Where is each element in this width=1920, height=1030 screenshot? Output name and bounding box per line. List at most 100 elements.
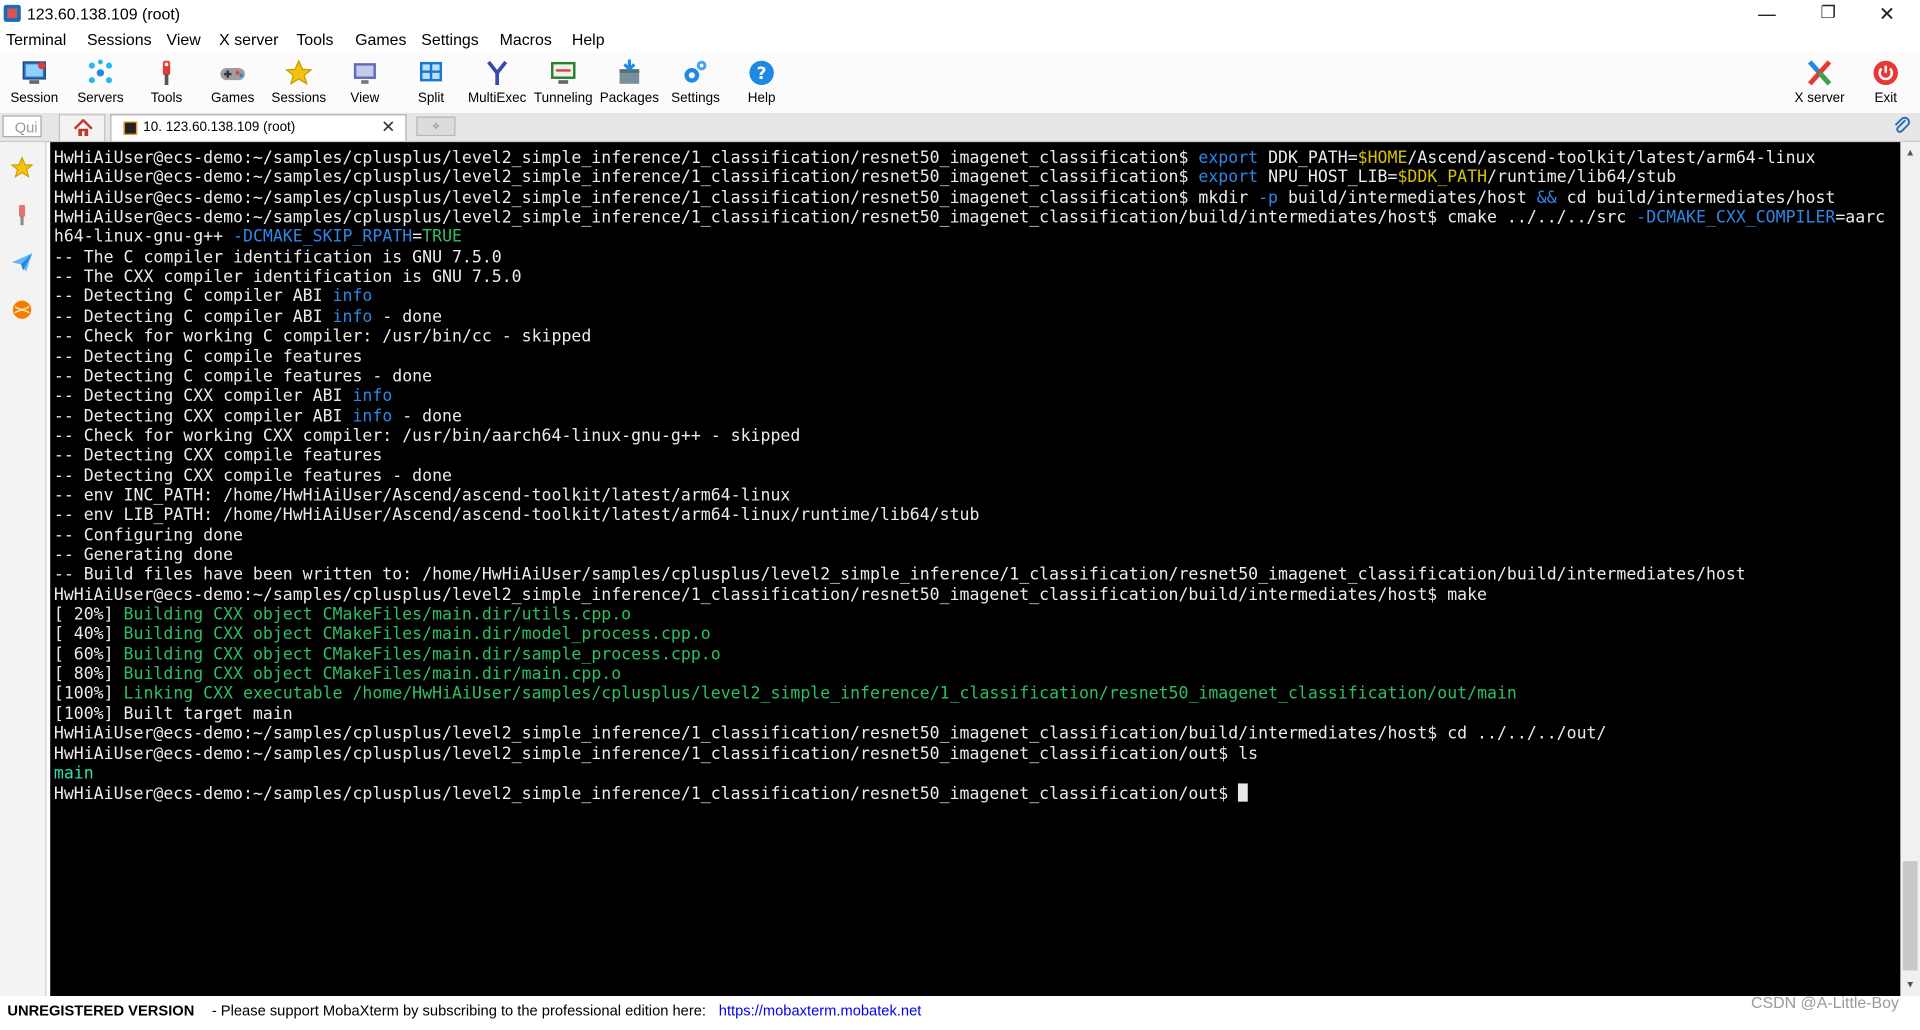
new-tab-button[interactable]: ✧	[416, 116, 456, 137]
tab-close-icon[interactable]: ✕	[381, 118, 395, 137]
terminal-text: -- Build files have been written to: /ho…	[53, 565, 1746, 585]
scroll-down-icon[interactable]: ▼	[1900, 977, 1920, 994]
terminal-text: export	[1198, 168, 1259, 188]
terminal-line: [ 60%] Building CXX object CMakeFiles/ma…	[54, 645, 721, 665]
packages-icon	[619, 59, 640, 84]
terminal-line: -- env LIB_PATH: /home/HwHiAiUser/Ascend…	[54, 506, 980, 526]
terminal-tab-icon	[123, 121, 138, 135]
terminal-text: build/intermediates/host	[1278, 187, 1537, 208]
restore-button[interactable]: ❐	[1800, 0, 1856, 28]
minimize-button[interactable]: —	[1739, 0, 1795, 28]
terminal-text: [ 80%]	[53, 664, 124, 684]
games-icon	[12, 300, 32, 319]
session-button[interactable]: Session	[1, 55, 67, 111]
terminal-scrollbar[interactable]: ▲ ▼	[1900, 142, 1920, 996]
menu-terminal[interactable]: Terminal	[6, 30, 66, 48]
tab-home[interactable]	[58, 114, 106, 141]
tunneling-button[interactable]: Tunneling	[530, 55, 596, 111]
terminal-text: HwHiAiUser@ecs-demo:~/samples/cplusplus/…	[53, 724, 1607, 744]
terminal-text: -- Detecting CXX compile features - done	[53, 465, 452, 486]
terminal-text: Building CXX object CMakeFiles/main.dir/…	[123, 644, 721, 665]
help-button[interactable]: ? Help	[729, 55, 795, 111]
terminal-text: [ 40%]	[53, 624, 124, 645]
paperclip-icon[interactable]	[1893, 115, 1910, 138]
menu-view[interactable]: View	[167, 30, 201, 48]
terminal-text: [100%]	[53, 684, 124, 704]
terminal-text: HwHiAiUser@ecs-demo:~/samples/cplusplus/…	[53, 187, 1259, 208]
x-server-icon	[1807, 60, 1832, 86]
terminal-output[interactable]: HwHiAiUser@ecs-demo:~/samples/cplusplus/…	[50, 142, 1901, 996]
settings-button[interactable]: Settings	[662, 55, 728, 111]
terminal-text: HwHiAiUser@ecs-demo:~/samples/cplusplus/…	[53, 743, 1259, 764]
view-button[interactable]: View	[332, 55, 398, 111]
terminal-text: - done	[372, 307, 443, 327]
menu-macros[interactable]: Macros	[500, 30, 552, 48]
terminal-text: info	[332, 287, 373, 307]
close-button[interactable]: ✕	[1859, 0, 1915, 28]
terminal-line: -- env INC_PATH: /home/HwHiAiUser/Ascend…	[54, 486, 790, 506]
terminal-line: h64-linux-gnu-g++ -DCMAKE_SKIP_RPATH=TRU…	[54, 228, 462, 248]
terminal-text: &&	[1536, 187, 1557, 208]
split-button[interactable]: Split	[398, 55, 464, 111]
packages-button[interactable]: Packages	[596, 55, 662, 111]
terminal-line: -- Configuring done	[54, 525, 243, 545]
tab-session[interactable]: 10. 123.60.138.109 (root) ✕	[110, 114, 407, 141]
toolbar: Session Servers Tools Games Sessions Vie…	[0, 52, 1920, 113]
scroll-up-icon[interactable]: ▲	[1900, 145, 1920, 162]
menu-games[interactable]: Games	[355, 30, 406, 48]
scroll-thumb[interactable]	[1902, 861, 1918, 971]
terminal-text: -- Detecting C compile features - done	[53, 366, 433, 387]
terminal-text: -- Detecting C compiler ABI	[53, 307, 333, 327]
sidebar-macros[interactable]	[4, 242, 41, 283]
terminal-text: /Ascend/ascend-toolkit/latest/arm64-linu…	[1407, 148, 1816, 168]
tab-bar: Qui 10. 123.60.138.109 (root) ✕ ✧	[0, 112, 1920, 143]
menu-x-server[interactable]: X server	[219, 30, 278, 48]
terminal-line: -- Detecting CXX compiler ABI info	[54, 386, 392, 406]
terminal-text: HwHiAiUser@ecs-demo:~/samples/cplusplus/…	[53, 148, 1199, 168]
x-server-button[interactable]: X server	[1787, 55, 1853, 111]
menu-tools[interactable]: Tools	[296, 30, 333, 48]
csdn-watermark: CSDN @A-Little-Boy	[1751, 993, 1899, 1012]
terminal-text: info	[332, 307, 373, 327]
terminal-line: -- Detecting CXX compiler ABI info - don…	[54, 406, 462, 426]
tools-icon	[162, 60, 171, 86]
servers-icon	[88, 59, 113, 84]
terminal-text: main	[53, 763, 94, 784]
games-button[interactable]: Games	[200, 55, 266, 111]
terminal-text: - done	[392, 406, 462, 426]
terminal-line: -- Detecting C compile features - done	[54, 367, 432, 387]
terminal-text: HwHiAiUser@ecs-demo:~/samples/cplusplus/…	[53, 207, 1637, 228]
exit-button[interactable]: Exit	[1853, 55, 1919, 111]
servers-button[interactable]: Servers	[67, 55, 133, 111]
terminal-line: -- Generating done	[54, 545, 233, 565]
terminal-line: [100%] Linking CXX executable /home/HwHi…	[54, 684, 1517, 704]
unregistered-label: UNREGISTERED VERSION	[7, 1002, 195, 1020]
terminal-text: =aarc	[1835, 207, 1886, 228]
gear-icon	[684, 60, 707, 83]
terminal-text: -DCMAKE_SKIP_RPATH	[233, 227, 413, 248]
mobatek-link[interactable]: https://mobaxterm.mobatek.net	[719, 1002, 922, 1019]
terminal-line: HwHiAiUser@ecs-demo:~/samples/cplusplus/…	[54, 168, 1676, 188]
sidebar-games[interactable]	[4, 289, 41, 330]
sidebar-sessions[interactable]	[4, 147, 41, 188]
terminal-text: /runtime/lib64/stub	[1487, 168, 1677, 188]
terminal-text: HwHiAiUser@ecs-demo:~/samples/cplusplus/…	[53, 168, 1199, 188]
terminal-text: -- Generating done	[53, 545, 234, 565]
sidebar-tools[interactable]	[4, 194, 41, 235]
tools-button[interactable]: Tools	[133, 55, 199, 111]
menu-help[interactable]: Help	[572, 30, 605, 48]
sessions-button[interactable]: Sessions	[266, 55, 332, 111]
terminal-text: -- Detecting CXX compiler ABI	[53, 406, 353, 426]
multiexec-icon	[487, 60, 508, 86]
power-icon	[1873, 60, 1898, 86]
terminal-text: -- Detecting CXX compiler ABI	[53, 386, 353, 406]
quick-connect-input[interactable]: Qui	[2, 115, 42, 138]
svg-text:?: ?	[757, 64, 767, 84]
terminal-text: [ 60%]	[53, 644, 124, 665]
terminal-text: export	[1198, 148, 1259, 168]
star-icon	[10, 156, 34, 178]
menu-sessions[interactable]: Sessions	[87, 30, 152, 48]
multiexec-button[interactable]: MultiExec	[464, 55, 530, 111]
help-icon: ?	[749, 60, 774, 86]
menu-settings[interactable]: Settings	[421, 30, 479, 48]
